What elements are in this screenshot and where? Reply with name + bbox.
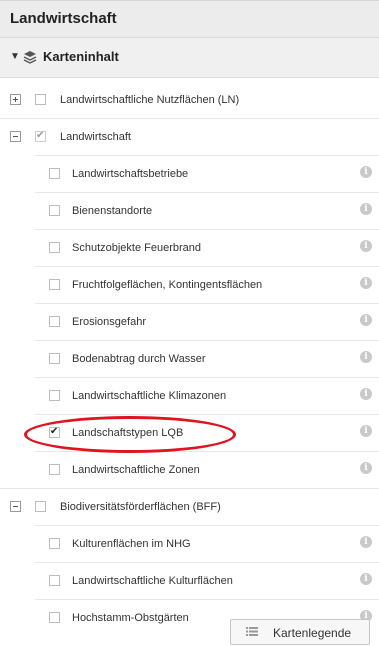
layer-label: Biodiversitätsförderflächen (BFF) (60, 501, 221, 513)
layer-checkbox[interactable] (49, 538, 60, 549)
layer-row-landwirtschaftliche-nutzflaechen: Landwirtschaftliche Nutzflächen (LN) (0, 82, 379, 119)
layer-checkbox[interactable] (49, 426, 60, 438)
layer-checkbox[interactable] (49, 464, 60, 475)
layer-row-kulturenflaechen-nhg: Kulturenflächen im NHG i (0, 526, 379, 563)
layer-label: Landschaftstypen LQB (72, 427, 184, 439)
info-icon[interactable]: i (360, 351, 372, 363)
layer-group-landwirtschaft: Landwirtschaft (0, 119, 379, 156)
layer-checkbox[interactable] (49, 575, 60, 586)
kartenlegende-button[interactable]: Kartenlegende (230, 619, 370, 645)
row-divider (35, 599, 379, 600)
section-label: Karteninhalt (43, 49, 119, 64)
layer-checkbox[interactable] (49, 279, 60, 290)
list-icon (246, 627, 258, 636)
info-icon[interactable]: i (360, 388, 372, 400)
collapse-minus-icon[interactable] (10, 501, 21, 512)
layer-row-erosionsgefahr: Erosionsgefahr i (0, 304, 379, 341)
layer-label: Landwirtschaftliche Nutzflächen (LN) (60, 94, 240, 106)
layer-checkbox[interactable] (49, 612, 60, 623)
layer-checkbox[interactable] (49, 168, 60, 179)
layer-checkbox[interactable] (35, 130, 46, 142)
layer-checkbox[interactable] (49, 390, 60, 401)
layer-row-landschaftstypen-lqb: Landschaftstypen LQB i (0, 415, 379, 452)
info-icon[interactable]: i (360, 425, 372, 437)
layer-row-klimazonen-visible: Landwirtschaftliche Klimazonen i (0, 378, 379, 415)
info-icon[interactable]: i (360, 573, 372, 585)
expand-plus-icon[interactable] (10, 94, 21, 105)
layer-checkbox[interactable] (49, 316, 60, 327)
layer-label: Erosionsgefahr (72, 316, 146, 328)
collapse-minus-icon[interactable] (10, 131, 21, 142)
info-icon[interactable]: i (360, 277, 372, 289)
layer-row-landwirtschaftliche-zonen: Landwirtschaftliche Zonen i (0, 452, 379, 489)
kartenlegende-label: Kartenlegende (273, 626, 352, 640)
info-icon[interactable]: i (360, 240, 372, 252)
layer-checkbox[interactable] (35, 94, 46, 105)
layer-row-bienenstandorte: Bienenstandorte i (0, 193, 379, 230)
layer-row-kulturflaechen: Landwirtschaftliche Kulturflächen i (0, 563, 379, 600)
layers-icon (23, 51, 37, 64)
layer-checkbox[interactable] (49, 205, 60, 216)
layer-checkbox[interactable] (35, 501, 46, 512)
layer-label: Schutzobjekte Feuerbrand (72, 242, 202, 254)
layer-checkbox[interactable] (49, 242, 60, 253)
layer-panel: Landwirtschaft ▼ Karteninhalt Landwirtsc… (0, 0, 379, 646)
layer-label: Fruchtfolgeflächen, Kontingentsflächen (72, 279, 263, 291)
layer-row-landwirtschaftsbetriebe: Landwirtschaftsbetriebe i (0, 156, 379, 193)
layer-label: Landwirtschaftliche Kulturflächen (72, 575, 233, 587)
layer-group-bff: Biodiversitätsförderflächen (BFF) (0, 489, 379, 526)
panel-title: Landwirtschaft (10, 10, 117, 27)
layer-label: Bienenstandorte (72, 205, 153, 217)
layer-row-fruchtfolgeflaechen: Fruchtfolgeflächen, Kontingentsflächen i (0, 267, 379, 304)
info-icon[interactable]: i (360, 314, 372, 326)
info-icon[interactable]: i (360, 203, 372, 215)
layer-label: Hochstamm-Obstgärten (72, 612, 189, 624)
layer-row-schutzobjekte-feuerbrand: Schutzobjekte Feuerbrand i (0, 230, 379, 267)
caret-down-icon[interactable]: ▼ (10, 51, 20, 62)
layer-label: Landwirtschaftliche Klimazonen (72, 390, 227, 402)
layer-checkbox[interactable] (49, 353, 60, 364)
info-icon[interactable]: i (360, 462, 372, 474)
layer-label: Landwirtschaftsbetriebe (72, 168, 189, 180)
karteninhalt-section-header[interactable]: ▼ Karteninhalt (0, 38, 379, 78)
info-icon[interactable]: i (360, 166, 372, 178)
layer-label: Landwirtschaftliche Zonen (72, 464, 200, 476)
info-icon[interactable]: i (360, 536, 372, 548)
panel-header: Landwirtschaft (0, 1, 379, 38)
layer-label: Landwirtschaft (60, 131, 131, 143)
layer-label: Kulturenflächen im NHG (72, 538, 191, 550)
